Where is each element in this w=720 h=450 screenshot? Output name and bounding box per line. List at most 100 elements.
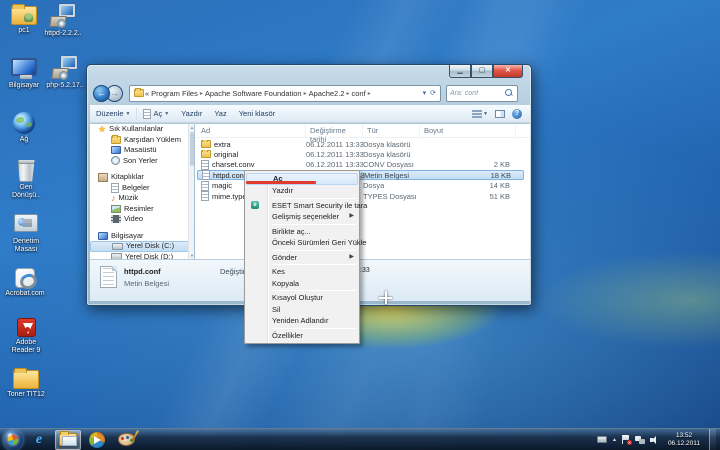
libraries-icon [98, 173, 108, 182]
clock-time: 13:52 [668, 432, 700, 440]
desktop-icon-adobe-reader[interactable]: Adobe Reader 9 [4, 318, 48, 355]
menu-item-advanced-options[interactable]: Gelişmiş seçenekler▶ [246, 211, 358, 223]
nav-recent-places[interactable]: Son Yerler [90, 156, 194, 167]
desktop-icon-label: php-5.2.17.. [44, 82, 86, 90]
start-button[interactable] [3, 430, 23, 450]
desktop-icon-recycle-bin[interactable]: Geri Dönüşü.. [6, 160, 46, 200]
column-name[interactable]: Ad [195, 124, 306, 137]
views-button[interactable]: ▼ [472, 110, 488, 118]
desktop-icon-computer[interactable]: Bilgisayar [2, 58, 46, 90]
column-size[interactable]: Boyut [420, 124, 516, 137]
breadcrumb-segment[interactable]: Program Files [150, 89, 199, 98]
views-icon [472, 110, 482, 118]
nav-local-disk-d[interactable]: Yerel Disk (D:) [90, 252, 194, 260]
hidden-icons-arrow[interactable]: ▲ [612, 437, 617, 443]
search-box[interactable] [446, 85, 518, 102]
taskbar-internet-explorer[interactable]: e [26, 430, 52, 450]
menu-item-rename[interactable]: Yeniden Adlandır [246, 315, 358, 327]
taskbar-windows-explorer[interactable] [55, 430, 81, 450]
show-desktop-button[interactable] [709, 429, 716, 450]
scroll-down-icon[interactable]: ▼ [189, 253, 194, 258]
taskbar-clock[interactable]: 13:52 06.12.2011 [664, 432, 704, 448]
menu-item-send-to[interactable]: Gönder▶ [246, 252, 358, 264]
menu-separator [272, 328, 356, 329]
breadcrumb[interactable]: « Program Files▸ Apache Software Foundat… [129, 85, 441, 102]
close-button[interactable]: ✕ [493, 65, 523, 78]
file-row-extra[interactable]: extra 06.12.2011 13:33 Dosya klasörü [197, 139, 524, 149]
installer-icon [52, 56, 78, 80]
minimize-button[interactable]: ▁ [449, 65, 471, 78]
taskbar-media-player[interactable] [84, 430, 110, 450]
desktop-icon-pc1[interactable]: pc1 [6, 6, 42, 35]
menu-item-restore-previous[interactable]: Önceki Sürümleri Geri Yükle [246, 237, 358, 249]
action-center-icon[interactable]: ✕ [622, 435, 630, 444]
column-date-modified[interactable]: Değiştirme tarihi [306, 124, 363, 137]
nav-computer[interactable]: Bilgisayar [90, 231, 194, 242]
taskbar: e ▲ ✕ 13:52 06.12.2011 [0, 428, 720, 450]
desktop-icon-toner-folder[interactable]: Toner TIT12 [4, 370, 48, 399]
file-icon [202, 170, 210, 180]
computer-icon [11, 58, 37, 76]
breadcrumb-segment[interactable]: conf [351, 89, 367, 98]
scroll-up-icon[interactable]: ▲ [189, 125, 194, 130]
nav-downloads[interactable]: Karşıdan Yüklem [90, 135, 194, 146]
desktop-icon-acrobat[interactable]: Acrobat.com [2, 268, 48, 298]
nav-local-disk-c[interactable]: Yerel Disk (C:) [90, 241, 194, 252]
menu-item-open-with[interactable]: Birlikte aç... [246, 226, 358, 238]
nav-libraries[interactable]: Kitaplıklar [90, 172, 194, 183]
system-tray: ▲ ✕ 13:52 06.12.2011 [597, 429, 720, 450]
address-dropdown-icon[interactable]: ▾ [421, 89, 429, 97]
nav-scrollbar[interactable]: ▲ ▼ [188, 124, 194, 259]
breadcrumb-folder-icon [134, 89, 144, 97]
desktop-icon-label: Ağ [6, 136, 42, 144]
documents-icon [111, 183, 119, 193]
eset-icon: e [251, 201, 259, 209]
help-button[interactable]: ? [512, 109, 522, 119]
new-folder-button[interactable]: Yeni klasör [233, 109, 281, 118]
explorer-folder-icon [59, 433, 77, 446]
maximize-button[interactable]: ▢ [471, 65, 493, 78]
navigation-pane: ★Sık Kullanılanlar Karşıdan Yüklem Masaü… [90, 124, 194, 259]
file-row-charset-conv[interactable]: charset.conv 06.12.2011 13:33 CONV Dosya… [197, 160, 524, 170]
taskbar-paint[interactable] [113, 430, 139, 450]
desktop-icon-php-installer[interactable]: php-5.2.17.. [44, 56, 86, 90]
nav-music[interactable]: ♪Müzik [90, 193, 194, 204]
menu-item-copy[interactable]: Kopyala [246, 278, 358, 290]
nav-pictures[interactable]: Resimler [90, 204, 194, 215]
red-annotation-underline [246, 181, 316, 184]
breadcrumb-segment[interactable]: Apache2.2 [308, 89, 346, 98]
nav-favorites[interactable]: ★Sık Kullanılanlar [90, 124, 194, 135]
column-type[interactable]: Tür [363, 124, 420, 137]
burn-button[interactable]: Yaz [208, 109, 232, 118]
input-device-icon[interactable] [597, 436, 607, 443]
breadcrumb-segment[interactable]: Apache Software Foundation [204, 89, 303, 98]
desktop-icon-network[interactable]: Ağ [6, 112, 42, 144]
pictures-icon [111, 205, 121, 213]
music-icon: ♪ [111, 194, 116, 203]
nav-video[interactable]: Video [90, 214, 194, 225]
preview-pane-button[interactable] [495, 110, 505, 118]
menu-item-print[interactable]: Yazdır [246, 185, 358, 197]
nav-desktop[interactable]: Masaüstü [90, 145, 194, 156]
menu-item-create-shortcut[interactable]: Kısayol Oluştur [246, 292, 358, 304]
volume-icon[interactable] [650, 436, 659, 444]
network-status-icon[interactable] [635, 436, 645, 444]
chevron-down-icon: ▼ [164, 111, 169, 117]
shared-folder-icon [11, 6, 37, 25]
desktop-icon-httpd-installer[interactable]: httpd-2.2.2.. [42, 4, 84, 38]
menu-separator [272, 250, 356, 251]
menu-item-delete[interactable]: Sil [246, 304, 358, 316]
print-button[interactable]: Yazdır [175, 109, 208, 118]
back-button[interactable]: ← [93, 85, 110, 102]
open-button[interactable]: Aç▼ [137, 109, 175, 119]
scrollbar-thumb[interactable] [190, 132, 194, 166]
refresh-icon[interactable]: ⟳ [428, 89, 438, 97]
nav-documents[interactable]: Belgeler [90, 183, 194, 194]
organize-button[interactable]: Düzenle▼ [90, 109, 136, 118]
menu-item-properties[interactable]: Özellikler [246, 330, 358, 342]
file-row-original[interactable]: original 06.12.2011 13:33 Dosya klasörü [197, 149, 524, 159]
search-input[interactable] [447, 90, 505, 97]
menu-item-cut[interactable]: Kes [246, 266, 358, 278]
desktop-icon-control-panel[interactable]: Denetim Masası [4, 214, 48, 254]
menu-item-eset-scan[interactable]: eESET Smart Security ile tara [246, 200, 358, 212]
